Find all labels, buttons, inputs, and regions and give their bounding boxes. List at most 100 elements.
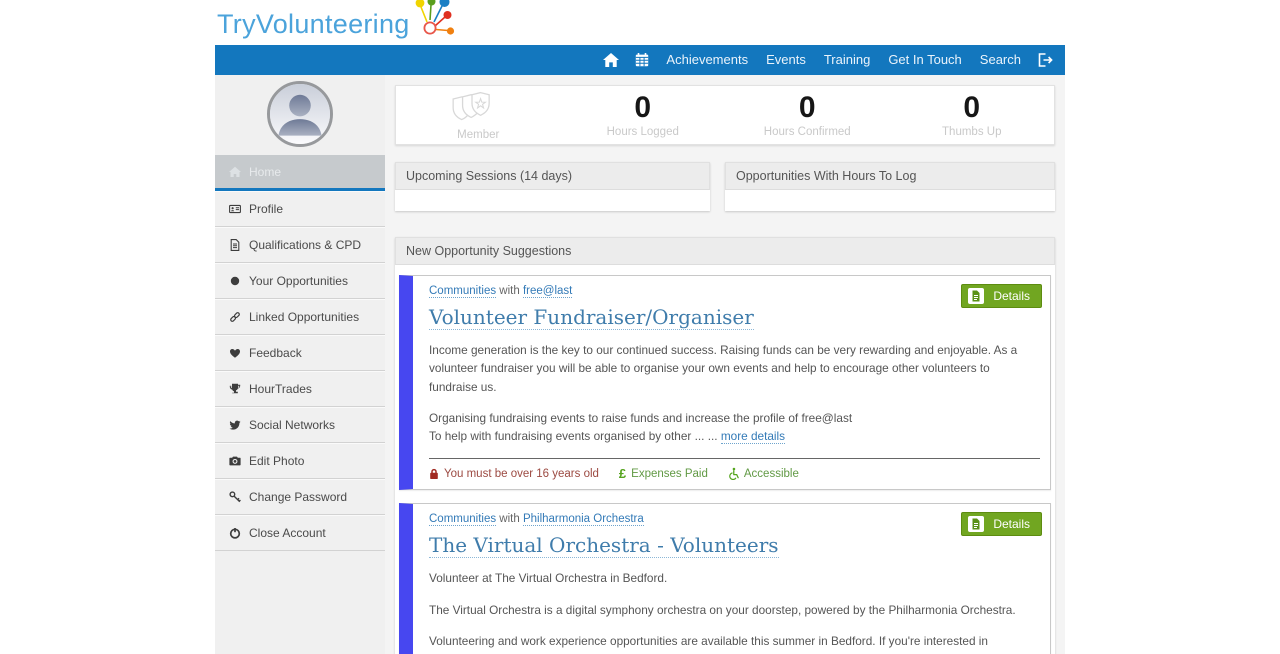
opportunity-card: Communities with free@last Details Volunte… [399, 275, 1051, 491]
details-button[interactable]: Details [961, 512, 1042, 537]
stat-label: Hours Confirmed [763, 125, 851, 138]
id-card-icon [228, 203, 241, 216]
sidebar-item-profile[interactable]: Profile [215, 191, 385, 227]
avatar-wrap [215, 75, 385, 155]
opportunity-title[interactable]: The Virtual Orchestra - Volunteers [429, 533, 779, 559]
nav-link-training[interactable]: Training [815, 45, 879, 75]
stat-value: 0 [634, 90, 652, 124]
heart-icon [228, 347, 241, 360]
sidebar-menu: Home Profile Qualifications & CPD Your Oppo… [215, 155, 385, 551]
member-badges-icon [396, 90, 561, 126]
stats-panel: Member 0 Hours Logged 0 Hours Confirmed 0 Thu… [395, 85, 1055, 145]
navbar: Achievements Events Training Get In Touch Se… [215, 45, 1065, 75]
sidebar-item-label: Home [249, 165, 282, 179]
sidebar-item-label: Close Account [249, 526, 326, 540]
main-content: Member 0 Hours Logged 0 Hours Confirmed 0 Thu… [385, 75, 1065, 654]
suggestions-title: New Opportunity Suggestions [395, 237, 1055, 265]
page: TryVolunteering Achievements Events Trai… [215, 0, 1065, 654]
category-link[interactable]: Communities [429, 285, 497, 298]
opportunity-card: Communities with Philharmonia Orchestra D… [399, 503, 1051, 654]
stat-hours-logged: 0 Hours Logged [561, 90, 726, 138]
organisation-link[interactable]: free@last [522, 285, 573, 298]
home-icon [228, 166, 241, 179]
opportunity-description: Volunteer at The Virtual Orchestra in Be… [429, 571, 668, 586]
sidebar-item-your-opportunities[interactable]: Your Opportunities [215, 263, 385, 299]
organisation-link[interactable]: Philharmonia Orchestra [522, 513, 644, 527]
sidebar-item-label: Edit Photo [249, 454, 305, 468]
calendar-icon[interactable] [627, 53, 657, 67]
hours-to-log-body [725, 190, 1055, 211]
opportunity-meta: Communities with free@last [429, 285, 1040, 298]
nav-link-search[interactable]: Search [971, 45, 1030, 75]
opportunity-description: The Virtual Orchestra is a digital symph… [429, 602, 1016, 617]
category-link[interactable]: Communities [429, 513, 497, 527]
hours-to-log-title: Opportunities With Hours To Log [725, 162, 1055, 190]
member-stat: Member [396, 90, 561, 141]
title-row: Volunteer Fundraiser/Organiser [429, 304, 1040, 341]
circle-icon [228, 275, 241, 288]
sidebar-item-label: Feedback [249, 346, 302, 360]
key-icon [228, 491, 241, 504]
home-icon[interactable] [595, 53, 627, 67]
sidebar-item-label: Change Password [249, 490, 348, 504]
opportunity-title[interactable]: Volunteer Fundraiser/Organiser [429, 305, 754, 330]
member-label: Member [457, 128, 500, 141]
sidebar-item-hourtrades[interactable]: HourTrades [215, 371, 385, 407]
stat-hours-confirmed: 0 Hours Confirmed [725, 90, 890, 138]
hours-to-log-panel: Opportunities With Hours To Log [725, 162, 1055, 211]
stat-value: 0 [798, 90, 816, 124]
sidebar-item-social-networks[interactable]: Social Networks [215, 407, 385, 443]
suggestions-body: Communities with free@last Details Volunte… [395, 265, 1055, 654]
logo-text: TryVolunteering [217, 9, 410, 39]
sidebar-item-label: Your Opportunities [249, 274, 348, 288]
tag-label: You must be over 16 years old [444, 467, 599, 480]
sidebar-item-label: HourTrades [249, 382, 312, 396]
sidebar-item-label: Linked Opportunities [249, 310, 360, 324]
opportunity-description: Income generation is the key to our cont… [429, 343, 1018, 394]
sidebar-item-home[interactable]: Home [215, 155, 385, 191]
pound-icon: £ [618, 465, 627, 481]
nav-link-achievements[interactable]: Achievements [657, 45, 757, 75]
opportunity-tags: You must be over 16 years old £ Expenses P… [429, 458, 1040, 489]
sidebar-item-linked-opportunities[interactable]: Linked Opportunities [215, 299, 385, 335]
tag-expenses-paid: £ Expenses Paid [618, 465, 708, 481]
stat-value: 0 [963, 90, 981, 124]
nav-link-get-in-touch[interactable]: Get In Touch [879, 45, 970, 75]
stat-label: Hours Logged [606, 125, 679, 138]
file-icon [228, 239, 241, 252]
stat-thumbs-up: 0 Thumbs Up [890, 90, 1055, 138]
details-label: Details [993, 289, 1030, 303]
sidebar-item-edit-photo[interactable]: Edit Photo [215, 443, 385, 479]
tag-label: Accessible [743, 467, 799, 480]
avatar[interactable] [267, 81, 333, 147]
accessible-icon [728, 467, 739, 481]
sidebar-item-change-password[interactable]: Change Password [215, 479, 385, 515]
tag-label: Expenses Paid [631, 467, 708, 480]
tag-accessible: Accessible [728, 467, 799, 481]
camera-icon [228, 455, 241, 468]
opportunity-description: Organising fundraising events to raise f… [429, 410, 853, 445]
sidebar-item-close-account[interactable]: Close Account [215, 515, 385, 551]
upcoming-sessions-body [395, 190, 710, 211]
layout: Home Profile Qualifications & CPD Your Oppo… [215, 75, 1065, 654]
details-label: Details [993, 517, 1030, 532]
sidebar-item-feedback[interactable]: Feedback [215, 335, 385, 371]
power-icon [228, 527, 241, 540]
sidebar-item-label: Qualifications & CPD [249, 238, 362, 252]
twitter-icon [228, 419, 241, 432]
lock-icon [429, 468, 439, 480]
logo-bar: TryVolunteering [215, 0, 1065, 45]
more-details-link[interactable]: more details [720, 429, 786, 445]
sidebar-item-qualifications-cpd[interactable]: Qualifications & CPD [215, 227, 385, 263]
meta-conjunction: with [496, 285, 523, 297]
sidebar: Home Profile Qualifications & CPD Your Oppo… [215, 75, 385, 654]
details-button[interactable]: Details [961, 284, 1042, 308]
suggestions-panel: New Opportunity Suggestions Communities … [395, 237, 1055, 654]
nav-link-events[interactable]: Events [757, 45, 815, 75]
upcoming-sessions-title: Upcoming Sessions (14 days) [395, 162, 710, 190]
navbar-links: Achievements Events Training Get In Touch Se… [657, 45, 1030, 75]
upcoming-sessions-panel: Upcoming Sessions (14 days) [395, 162, 710, 211]
sign-out-icon[interactable] [1030, 53, 1061, 67]
meta-conjunction: with [496, 513, 523, 526]
details-file-icon [968, 516, 985, 533]
